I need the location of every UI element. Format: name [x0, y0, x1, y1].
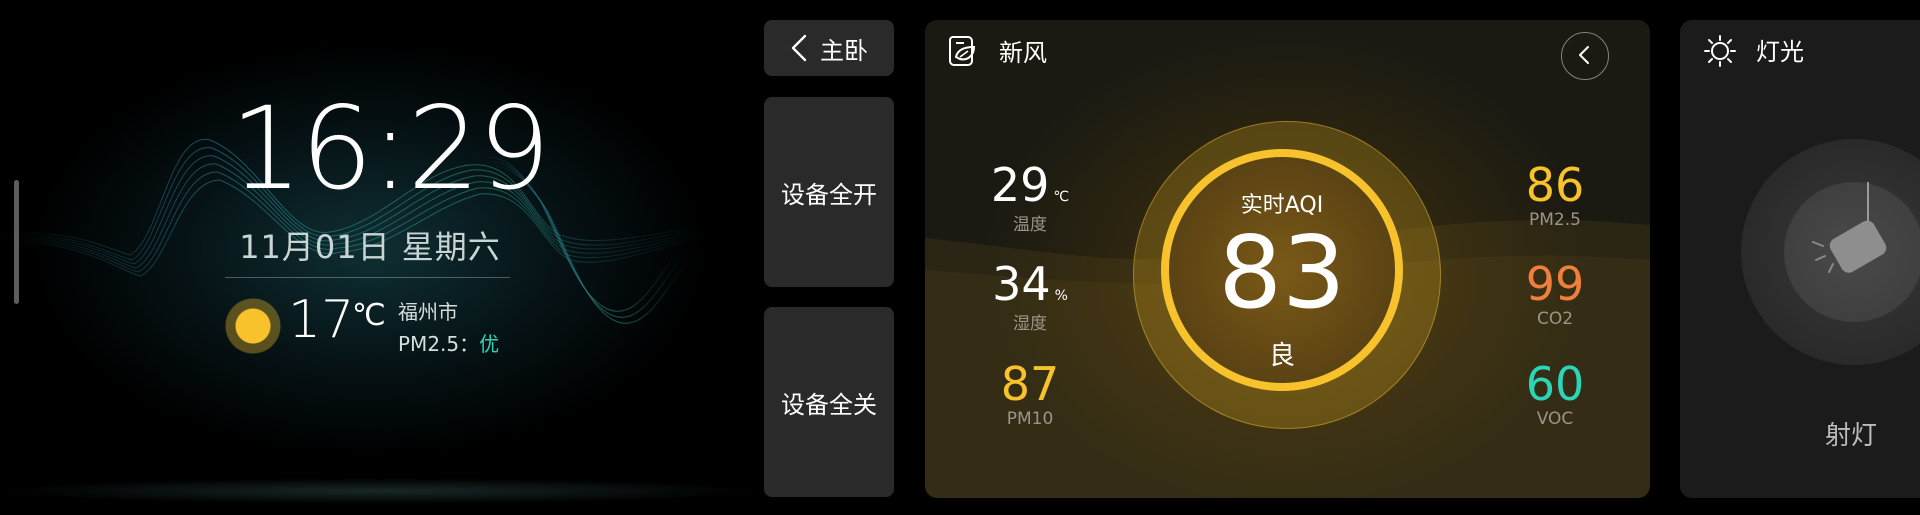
- sun-outline-icon: [1704, 35, 1736, 67]
- divider: [225, 277, 510, 278]
- metric-value: 99: [1525, 257, 1585, 311]
- metric-pm25: 86 PM2.5: [1505, 162, 1605, 230]
- pm-label: PM2.5：: [398, 332, 480, 356]
- fresh-air-title: 新风: [999, 39, 1047, 67]
- pm-quality: 优: [479, 332, 500, 356]
- metric-temperature: 29 ℃ 温度: [980, 162, 1080, 235]
- outdoor-pm25: PM2.5：优: [398, 328, 499, 357]
- metric-value: 34: [992, 257, 1051, 311]
- fresh-air-icon: [948, 36, 976, 66]
- fresh-air-card[interactable]: 新风 29 ℃ 温度 34% 湿度 87 PM10 实时AQI 83 良 86 P…: [925, 20, 1650, 498]
- light-card[interactable]: 灯光 射灯: [1680, 20, 1920, 498]
- aqi-level: 良: [1268, 341, 1295, 371]
- chevron-left-icon: [1579, 46, 1589, 64]
- metric-value: 87: [1000, 357, 1060, 411]
- city-name: 福州市: [398, 300, 458, 324]
- all-devices-on-button[interactable]: 设备全开: [764, 97, 894, 287]
- metric-label: 湿度: [1013, 314, 1047, 334]
- temperature-unit: ℃: [352, 298, 386, 333]
- metric-label: PM2.5: [1529, 210, 1581, 230]
- light-title: 灯光: [1756, 38, 1804, 66]
- room-name: 主卧: [820, 36, 868, 65]
- side-drawer-handle[interactable]: [14, 180, 19, 304]
- metric-co2: 99 CO2: [1505, 261, 1605, 329]
- sun-icon: [225, 298, 281, 354]
- metric-unit: %: [1054, 288, 1068, 304]
- metric-voc: 60 VOC: [1505, 361, 1605, 429]
- all-devices-off-button[interactable]: 设备全关: [764, 307, 894, 497]
- spotlight-label: 射灯: [1825, 421, 1878, 451]
- metric-pm10: 87 PM10: [980, 361, 1080, 429]
- collapse-button[interactable]: [1561, 32, 1609, 80]
- metric-value: 60: [1525, 357, 1585, 411]
- chevron-left-icon: [791, 34, 807, 62]
- metric-humidity: 34% 湿度: [980, 261, 1080, 334]
- clock-time: 16:29: [230, 82, 551, 215]
- outdoor-temperature: 17: [288, 290, 355, 350]
- metric-value: 86: [1525, 158, 1585, 212]
- metric-value: 29: [990, 158, 1050, 212]
- metric-unit: ℃: [1053, 189, 1070, 205]
- room-back-button[interactable]: 主卧: [764, 20, 894, 76]
- metric-label: CO2: [1536, 309, 1574, 329]
- aqi-value: 83: [1218, 214, 1346, 331]
- spotlight-icon: [1812, 182, 1887, 273]
- metric-label: 温度: [1013, 215, 1047, 235]
- metric-label: PM10: [1006, 409, 1054, 429]
- bottom-glow: [0, 478, 760, 504]
- clock-weather-panel: 16:29 11月01日 星期六 17 ℃ 福州市 PM2.5：优: [0, 0, 760, 515]
- clock-date: 11月01日 星期六: [239, 228, 501, 266]
- metric-label: VOC: [1536, 409, 1574, 429]
